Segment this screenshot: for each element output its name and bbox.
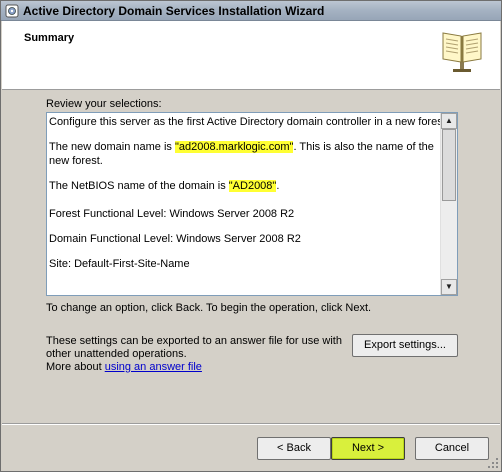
title-bar[interactable]: Active Directory Domain Services Install…	[1, 1, 501, 21]
scroll-down-arrow-icon[interactable]: ▼	[441, 279, 457, 295]
netbios-name-value: "AD2008"	[228, 180, 277, 192]
summary-line-domain-level: Domain Functional Level: Windows Server …	[49, 233, 301, 245]
footer-divider	[2, 423, 500, 425]
summary-line-domain: The new domain name is "ad2008.marklogic…	[49, 141, 434, 153]
back-button[interactable]: < Back	[257, 437, 331, 460]
answer-file-link[interactable]: using an answer file	[105, 361, 202, 373]
more-about-answer-file: More about using an answer file	[46, 361, 202, 373]
more-about-prefix: More about	[46, 361, 105, 373]
scroll-thumb[interactable]	[442, 129, 456, 201]
resize-grip-icon[interactable]	[487, 457, 499, 469]
domain-name-value: "ad2008.marklogic.com"	[174, 141, 294, 153]
domain-suffix: . This is also the name of the	[293, 141, 434, 153]
summary-line-netbios: The NetBIOS name of the domain is "AD200…	[49, 180, 279, 192]
export-settings-button[interactable]: Export settings...	[352, 334, 458, 357]
netbios-prefix: The NetBIOS name of the domain is	[49, 180, 229, 192]
next-button[interactable]: Next >	[331, 437, 405, 460]
scroll-up-arrow-icon[interactable]: ▲	[441, 113, 457, 129]
page-title: Summary	[24, 32, 75, 44]
summary-line-forest-level: Forest Functional Level: Windows Server …	[49, 208, 295, 220]
summary-line-forest: Configure this server as the first Activ…	[49, 116, 449, 128]
export-text-line1: These settings can be exported to an ans…	[46, 335, 342, 347]
window-title: Active Directory Domain Services Install…	[23, 4, 325, 18]
summary-line-site: Site: Default-First-Site-Name	[49, 258, 190, 270]
wizard-app-icon	[5, 4, 19, 18]
summary-textbox[interactable]: Configure this server as the first Activ…	[46, 112, 458, 296]
review-label: Review your selections:	[46, 98, 162, 110]
book-icon	[442, 32, 482, 72]
export-text-line2: other unattended operations.	[46, 348, 187, 360]
wizard-window: Active Directory Domain Services Install…	[0, 0, 502, 472]
summary-line-domain-2: new forest.	[49, 155, 103, 167]
domain-prefix: The new domain name is	[49, 141, 175, 153]
wizard-header: Summary	[2, 21, 500, 90]
cancel-button[interactable]: Cancel	[415, 437, 489, 460]
summary-scrollbar[interactable]: ▲ ▼	[440, 113, 457, 295]
netbios-suffix: .	[276, 180, 280, 192]
change-instruction: To change an option, click Back. To begi…	[46, 302, 372, 314]
